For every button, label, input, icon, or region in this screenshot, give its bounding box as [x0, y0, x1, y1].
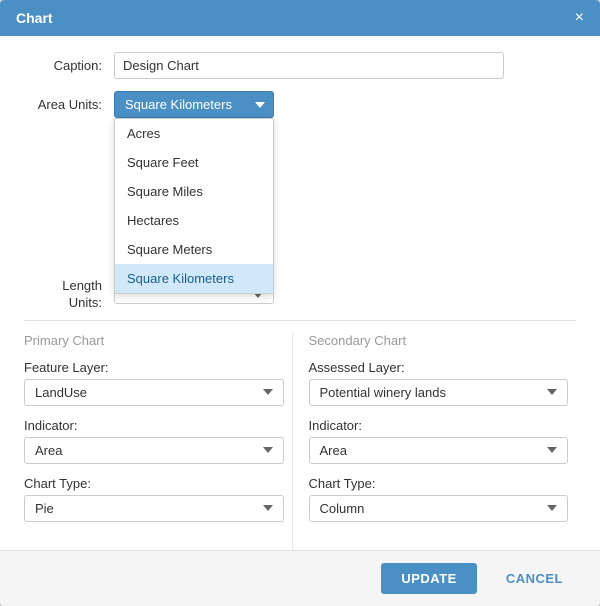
- caption-input[interactable]: [114, 52, 504, 79]
- primary-indicator-label: Indicator:: [24, 418, 284, 433]
- close-icon[interactable]: ×: [575, 10, 584, 26]
- caption-label: Caption:: [24, 58, 114, 73]
- dropdown-item-acres[interactable]: Acres: [115, 119, 273, 148]
- secondary-assessed-layer-dropdown[interactable]: Potential winery lands: [309, 379, 569, 406]
- secondary-assessed-layer-group: Assessed Layer: Potential winery lands: [309, 360, 569, 406]
- dialog-header: Chart ×: [0, 0, 600, 36]
- secondary-chart-type-group: Chart Type: Column: [309, 476, 569, 522]
- area-units-dropdown-wrapper: Square Kilometers Acres Square Feet Squa…: [114, 91, 274, 118]
- primary-feature-layer-group: Feature Layer: LandUse: [24, 360, 284, 406]
- primary-chart-section: Primary Chart Feature Layer: LandUse Ind…: [24, 333, 292, 550]
- chart-dialog: Chart × Caption: Area Units: Square Kilo…: [0, 0, 600, 606]
- dropdown-item-sqmiles[interactable]: Square Miles: [115, 177, 273, 206]
- secondary-indicator-label: Indicator:: [309, 418, 569, 433]
- area-units-label: Area Units:: [24, 97, 114, 112]
- secondary-indicator-dropdown[interactable]: Area: [309, 437, 569, 464]
- charts-row: Primary Chart Feature Layer: LandUse Ind…: [24, 333, 576, 550]
- dialog-footer: UPDATE CANCEL: [0, 550, 600, 606]
- caption-row: Caption:: [24, 52, 576, 79]
- dropdown-item-sqmeters[interactable]: Square Meters: [115, 235, 273, 264]
- secondary-chart-type-dropdown[interactable]: Column: [309, 495, 569, 522]
- length-units-row: LengthUnits:: [24, 278, 576, 312]
- area-units-dropdown[interactable]: Square Kilometers: [114, 91, 274, 118]
- primary-feature-layer-label: Feature Layer:: [24, 360, 284, 375]
- secondary-chart-section: Secondary Chart Assessed Layer: Potentia…: [292, 333, 577, 550]
- update-button[interactable]: UPDATE: [381, 563, 476, 594]
- secondary-chart-title: Secondary Chart: [309, 333, 569, 348]
- primary-indicator-dropdown[interactable]: Area: [24, 437, 284, 464]
- primary-indicator-group: Indicator: Area: [24, 418, 284, 464]
- primary-chart-title: Primary Chart: [24, 333, 284, 348]
- area-units-menu: Acres Square Feet Square Miles Hectares …: [114, 118, 274, 294]
- primary-chart-type-label: Chart Type:: [24, 476, 284, 491]
- primary-feature-layer-dropdown[interactable]: LandUse: [24, 379, 284, 406]
- section-divider: [24, 320, 576, 321]
- dropdown-item-sqkm[interactable]: Square Kilometers: [115, 264, 273, 293]
- primary-indicator-value: Area: [35, 443, 62, 458]
- secondary-assessed-layer-label: Assessed Layer:: [309, 360, 569, 375]
- secondary-chart-type-label: Chart Type:: [309, 476, 569, 491]
- secondary-chart-type-value: Column: [320, 501, 365, 516]
- secondary-assessed-layer-value: Potential winery lands: [320, 385, 446, 400]
- secondary-indicator-group: Indicator: Area: [309, 418, 569, 464]
- cancel-button[interactable]: CANCEL: [485, 563, 584, 594]
- dropdown-item-sqfeet[interactable]: Square Feet: [115, 148, 273, 177]
- area-units-row: Area Units: Square Kilometers Acres Squa…: [24, 91, 576, 118]
- primary-chart-type-dropdown[interactable]: Pie: [24, 495, 284, 522]
- dialog-body: Caption: Area Units: Square Kilometers A…: [0, 36, 600, 550]
- dialog-title: Chart: [16, 10, 53, 26]
- primary-chart-type-group: Chart Type: Pie: [24, 476, 284, 522]
- secondary-indicator-value: Area: [320, 443, 347, 458]
- primary-chart-type-value: Pie: [35, 501, 54, 516]
- primary-feature-layer-value: LandUse: [35, 385, 87, 400]
- length-units-label: LengthUnits:: [24, 278, 114, 312]
- dropdown-item-hectares[interactable]: Hectares: [115, 206, 273, 235]
